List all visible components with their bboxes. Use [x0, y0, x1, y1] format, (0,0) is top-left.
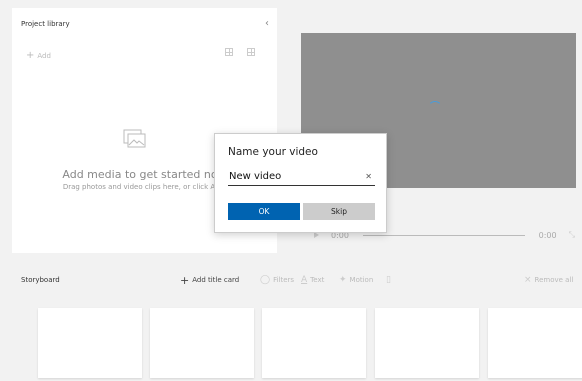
text-label: Text — [310, 276, 325, 284]
view-toggle — [225, 48, 255, 56]
ok-button[interactable]: OK — [228, 203, 300, 220]
add-title-card-button[interactable]: + Add title card — [180, 274, 239, 287]
delete-button[interactable]: ▯ — [386, 275, 391, 285]
plus-icon: + — [26, 50, 35, 61]
add-media-label: Add — [37, 51, 51, 60]
seek-bar[interactable] — [362, 234, 525, 236]
project-library-title: Project library — [21, 20, 70, 28]
trash-icon: ▯ — [386, 275, 391, 285]
list-view-icon[interactable] — [247, 48, 255, 56]
spinner-icon — [428, 101, 442, 115]
storyboard-card[interactable] — [375, 308, 479, 378]
remove-all-label: Remove all — [534, 276, 574, 284]
plus-icon: + — [180, 273, 190, 287]
media-icon — [123, 129, 146, 148]
motion-button[interactable]: ✦ Motion — [339, 275, 373, 285]
video-name-input[interactable]: New video ✕ — [228, 170, 375, 186]
total-time: 0:00 — [538, 230, 557, 240]
text-button[interactable]: A Text — [301, 275, 324, 285]
filters-button[interactable]: ◯ Filters — [260, 275, 294, 285]
text-icon: A — [301, 275, 308, 285]
name-video-dialog: Name your video New video ✕ OK Skip — [214, 133, 387, 233]
filters-label: Filters — [273, 276, 295, 284]
motion-label: Motion — [349, 276, 374, 284]
video-name-value: New video — [229, 171, 282, 182]
chevron-left-icon[interactable]: ‹ — [265, 18, 269, 29]
remove-all-button[interactable]: × Remove all — [524, 275, 573, 285]
close-icon: × — [524, 275, 532, 285]
filters-icon: ◯ — [260, 275, 271, 285]
storyboard-card[interactable] — [38, 308, 142, 378]
motion-icon: ✦ — [339, 275, 347, 285]
add-media-button[interactable]: + Add — [26, 50, 51, 61]
storyboard-card[interactable] — [488, 308, 582, 378]
storyboard-card[interactable] — [262, 308, 366, 378]
add-title-card-label: Add title card — [192, 276, 240, 284]
expand-icon[interactable]: ⤡ — [569, 230, 575, 240]
grid-view-icon[interactable] — [225, 48, 233, 56]
dialog-title: Name your video — [228, 146, 318, 158]
storyboard-card[interactable] — [150, 308, 254, 378]
close-icon[interactable]: ✕ — [365, 170, 372, 184]
storyboard-title: Storyboard — [21, 276, 60, 284]
storyboard-toolbar: Storyboard + Add title card ◯ Filters A … — [12, 268, 582, 292]
skip-button[interactable]: Skip — [303, 203, 375, 220]
